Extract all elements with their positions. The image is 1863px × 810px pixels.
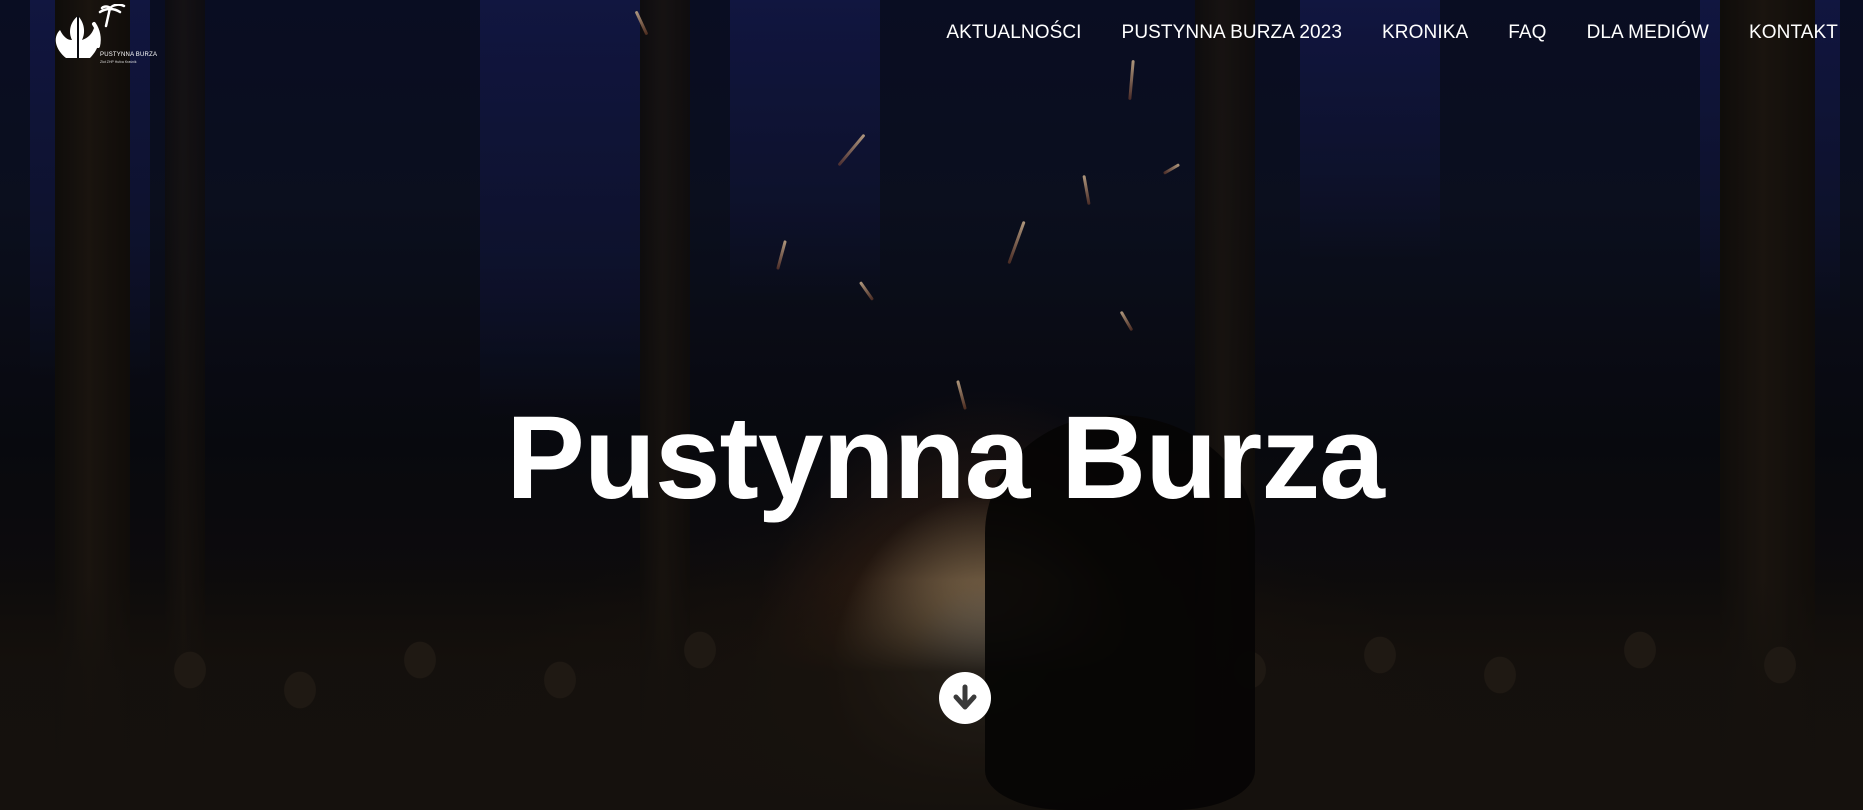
nav-item-aktualnosci[interactable]: AKTUALNOŚCI	[946, 22, 1081, 44]
nav-item-kronika[interactable]: KRONIKA	[1382, 22, 1468, 44]
hero-title: Pustynna Burza	[506, 392, 1385, 524]
hero-section: PUSTYNNA BURZA Zlot ZHP Hufca Kraśnik AK…	[0, 0, 1863, 810]
nav-item-dla-mediow[interactable]: DLA MEDIÓW	[1587, 22, 1709, 44]
site-logo[interactable]: PUSTYNNA BURZA Zlot ZHP Hufca Kraśnik	[48, 4, 164, 68]
nav-item-kontakt[interactable]: KONTAKT	[1749, 22, 1838, 44]
nav-item-pustynna-burza-2023[interactable]: PUSTYNNA BURZA 2023	[1122, 22, 1342, 44]
logo-subtext: Zlot ZHP Hufca Kraśnik	[100, 60, 137, 64]
nav-item-faq[interactable]: FAQ	[1508, 22, 1546, 44]
logo-text: PUSTYNNA BURZA	[100, 52, 158, 58]
main-nav: AKTUALNOŚCI PUSTYNNA BURZA 2023 KRONIKA …	[946, 22, 1838, 44]
arrow-down-icon	[953, 684, 977, 710]
scroll-down-button[interactable]	[939, 672, 991, 724]
